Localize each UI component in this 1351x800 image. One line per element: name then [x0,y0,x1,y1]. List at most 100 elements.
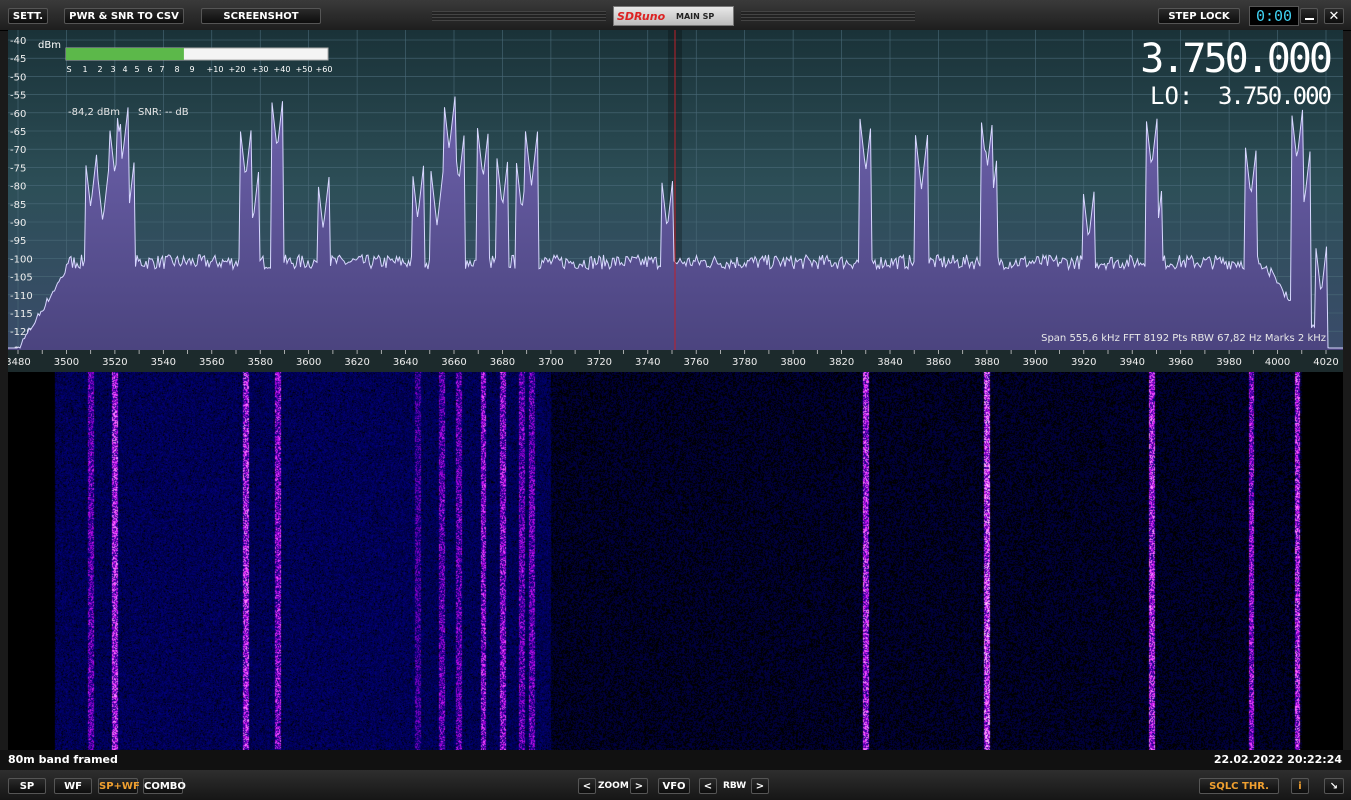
lo-frequency[interactable]: 3.750.000 [1218,82,1333,110]
db-tick-label: -65 [10,127,26,138]
freq-tick-label: 3980 [1216,357,1241,368]
vfo-center-button[interactable]: VFO [658,778,690,794]
freq-tick-label: 3600 [296,357,321,368]
fft-info: Span 555,6 kHz FFT 8192 Pts RBW 67,82 Hz… [1041,333,1326,344]
freq-tick-label: 3560 [199,357,224,368]
frequency-axis[interactable]: 3480 3500 3520 3540 3560 3580 3600 3620 3640 3660… [8,350,1343,372]
bottom-toolbar: SP WF SP+WF COMBO < ZOOM > VFO < RBW > S… [0,770,1351,800]
pwr-snr-csv-button[interactable]: PWR & SNR TO CSV [64,8,184,24]
freq-tick-label: 3900 [1023,357,1048,368]
smeter-tick-label: 7 [159,65,164,74]
drag-grip-right[interactable] [741,11,915,21]
wf-mode-button[interactable]: WF [54,778,92,794]
freq-tick-label: 3640 [393,357,418,368]
vfo-frequency[interactable]: 3.750.000 [1140,36,1334,82]
smeter-tick-label: 1 [82,65,87,74]
freq-tick-label: 3620 [344,357,369,368]
freq-tick-label: 3580 [247,357,272,368]
freq-tick-label: 3940 [1119,357,1144,368]
datetime-readout: 22.02.2022 20:22:24 [1213,753,1342,766]
db-tick-label: -50 [10,72,26,83]
zoom-out-button[interactable]: < [578,778,596,794]
zoom-label: ZOOM [598,781,629,791]
smeter-tick-label: 4 [122,65,127,74]
spectrum-display[interactable]: -40 -45 -50 -55 -60 -65 -70 -75 -80 -85 -90 -95 -100… [8,30,1343,350]
resize-icon: ↘ [1329,781,1339,792]
db-tick-label: -100 [10,254,33,265]
combo-mode-button[interactable]: COMBO [143,778,186,794]
sqlc-threshold-button[interactable]: SQLC THR. [1199,778,1279,794]
freq-tick-label: 3720 [587,357,612,368]
db-tick-label: -95 [10,236,26,247]
chevron-left-icon: < [703,781,713,792]
smeter-fill [66,48,184,60]
smeter-tick-label: 8 [174,65,179,74]
db-tick-label: -75 [10,163,26,174]
db-tick-label: -105 [10,273,33,284]
db-tick-label: -115 [10,309,33,320]
sp-mode-button[interactable]: SP [8,778,46,794]
smeter-tick-label: +10 [207,65,224,74]
freq-tick-label: 3480 [8,357,31,368]
close-icon: ✕ [1328,9,1340,24]
db-tick-label: -40 [10,36,26,47]
freq-tick-label: 3800 [780,357,805,368]
smeter-tick-label: 6 [147,65,152,74]
frame-description: 80m band framed [8,753,118,766]
smeter-tick-label: +50 [296,65,313,74]
rbw-label: RBW [723,781,747,791]
smeter-tick-label: 3 [110,65,115,74]
freq-tick-label: 3760 [683,357,708,368]
minimize-button[interactable] [1300,8,1318,24]
power-reading: -84,2 dBm [68,107,120,118]
rbw-decrease-button[interactable]: < [699,778,717,794]
info-button[interactable]: i [1291,778,1309,794]
db-tick-label: -55 [10,91,26,102]
step-lock-button[interactable]: STEP LOCK [1158,8,1240,24]
drag-grip-left[interactable] [432,11,606,21]
freq-tick-label: 3740 [635,357,660,368]
db-tick-label: -70 [10,145,26,156]
freq-tick-label: 3860 [926,357,951,368]
smeter-tick-label: 9 [189,65,194,74]
title-toolbar: SETT. PWR & SNR TO CSV SCREENSHOT SDRuno… [0,0,1351,31]
close-button[interactable]: ✕ [1324,8,1344,24]
resize-button[interactable]: ↘ [1324,778,1344,794]
chevron-left-icon: < [582,781,592,792]
snr-reading: SNR: -- dB [138,107,189,118]
panel-name: MAIN SP [676,12,715,21]
clock-display: 0:00 [1249,6,1299,26]
freq-tick-label: 3680 [490,357,515,368]
db-tick-label: -60 [10,109,26,120]
freq-tick-label: 3500 [54,357,79,368]
dbm-unit: dBm [38,40,61,51]
freq-tick-label: 3880 [974,357,999,368]
rbw-increase-button[interactable]: > [751,778,769,794]
db-tick-label: -110 [10,291,33,302]
smeter-tick-label: 5 [134,65,139,74]
brand-name: SDRuno [617,10,666,23]
freq-tick-label: 3920 [1071,357,1096,368]
smeter-tick-label: +60 [316,65,333,74]
smeter-tick-label: +20 [229,65,246,74]
freq-tick-label: 3960 [1168,357,1193,368]
smeter-tick-label: +40 [274,65,291,74]
db-tick-label: -80 [10,182,26,193]
status-bar: 80m band framed 22.02.2022 20:22:24 [0,750,1351,770]
waterfall-display[interactable] [8,372,1343,750]
smeter-tick-label: S [66,65,71,74]
minimize-icon [1304,18,1314,20]
db-tick-label: -85 [10,200,26,211]
freq-tick-label: 3540 [151,357,176,368]
sdruno-logo: SDRuno MAIN SP [613,6,734,26]
zoom-in-button[interactable]: > [630,778,648,794]
chevron-right-icon: > [634,781,644,792]
freq-tick-label: 3840 [877,357,902,368]
settings-button[interactable]: SETT. [8,8,48,24]
freq-tick-label: 3520 [102,357,127,368]
freq-tick-label: 3820 [829,357,854,368]
smeter-tick-label: +30 [252,65,269,74]
freq-tick-label: 3660 [441,357,466,368]
spwf-mode-button[interactable]: SP+WF [98,778,140,794]
screenshot-button[interactable]: SCREENSHOT [201,8,321,24]
